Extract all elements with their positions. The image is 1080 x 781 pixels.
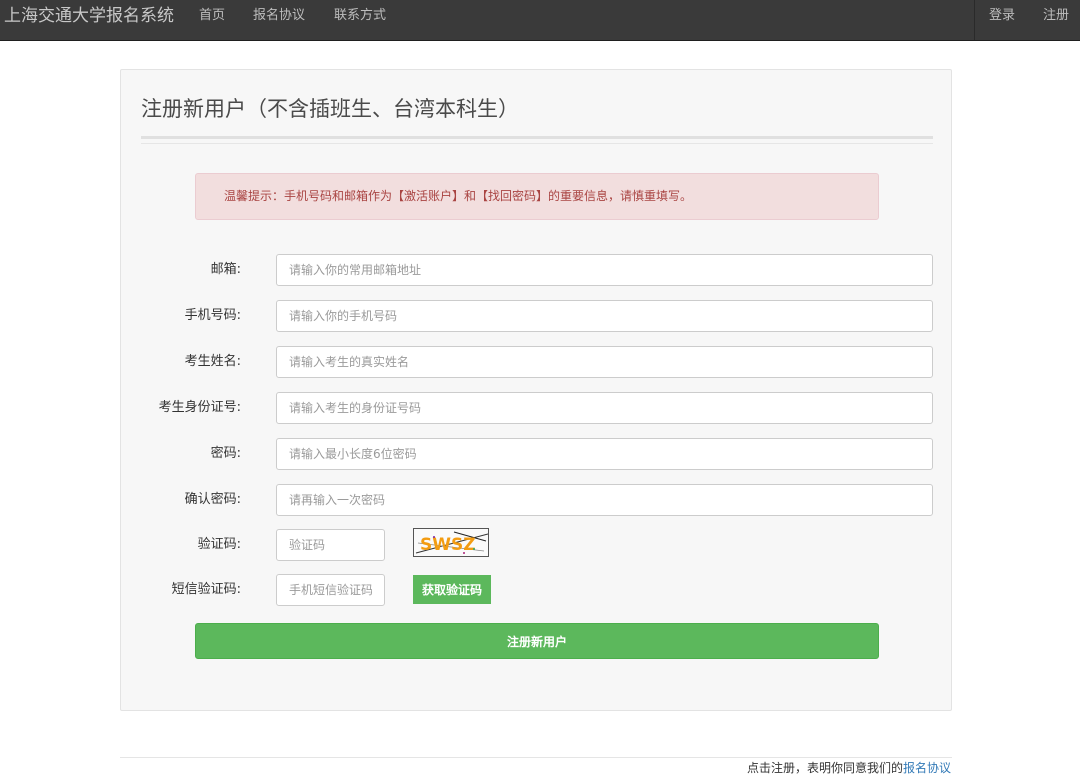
password-label: 密码:: [210, 446, 241, 461]
title-divider-thin: [141, 143, 933, 144]
confirm-password-field[interactable]: [276, 484, 933, 516]
id-number-label: 考生身份证号:: [158, 400, 241, 415]
get-sms-code-button[interactable]: 获取验证码: [413, 575, 491, 604]
captcha-label: 验证码:: [197, 537, 241, 552]
agreement-link[interactable]: 报名协议: [903, 761, 951, 775]
phone-label: 手机号码:: [184, 308, 241, 323]
navbar-divider: [974, 0, 975, 40]
sms-code-input[interactable]: [276, 574, 385, 606]
id-number-field[interactable]: [276, 392, 933, 424]
captcha-graphic: SWSZ: [415, 531, 488, 555]
nav-login[interactable]: 登录: [989, 0, 1015, 32]
top-navbar: 上海交通大学报名系统 首页 报名协议 联系方式 登录 注册: [0, 0, 1080, 41]
captcha-image[interactable]: SWSZ: [413, 528, 489, 557]
nav-contact[interactable]: 联系方式: [334, 0, 386, 32]
captcha-text: SWSZ: [420, 535, 476, 555]
footer-agreement-note: 点击注册，表明你同意我们的报名协议: [747, 759, 951, 777]
brand-title[interactable]: 上海交通大学报名系统: [4, 0, 174, 40]
page-title: 注册新用户（不含插班生、台湾本科生）: [141, 97, 519, 121]
footer-text: 点击注册，表明你同意我们的: [746, 761, 903, 775]
name-label: 考生姓名:: [184, 354, 241, 369]
phone-field[interactable]: [276, 300, 933, 332]
nav-home[interactable]: 首页: [199, 0, 225, 32]
nav-agreement[interactable]: 报名协议: [253, 0, 305, 32]
footer-divider: [120, 757, 952, 758]
nav-register[interactable]: 注册: [1043, 0, 1069, 32]
confirm-password-label: 确认密码:: [184, 492, 241, 507]
email-field[interactable]: [276, 254, 933, 286]
register-panel: 注册新用户（不含插班生、台湾本科生） 温馨提示：手机号码和邮箱作为【激活账户】和…: [120, 69, 952, 711]
name-field[interactable]: [276, 346, 933, 378]
password-field[interactable]: [276, 438, 933, 470]
email-label: 邮箱:: [210, 262, 241, 277]
captcha-input[interactable]: [276, 529, 385, 561]
warning-alert: 温馨提示：手机号码和邮箱作为【激活账户】和【找回密码】的重要信息，请慎重填写。: [195, 173, 879, 220]
register-button[interactable]: 注册新用户: [195, 623, 879, 659]
title-divider: [141, 136, 933, 139]
sms-label: 短信验证码:: [171, 582, 241, 597]
